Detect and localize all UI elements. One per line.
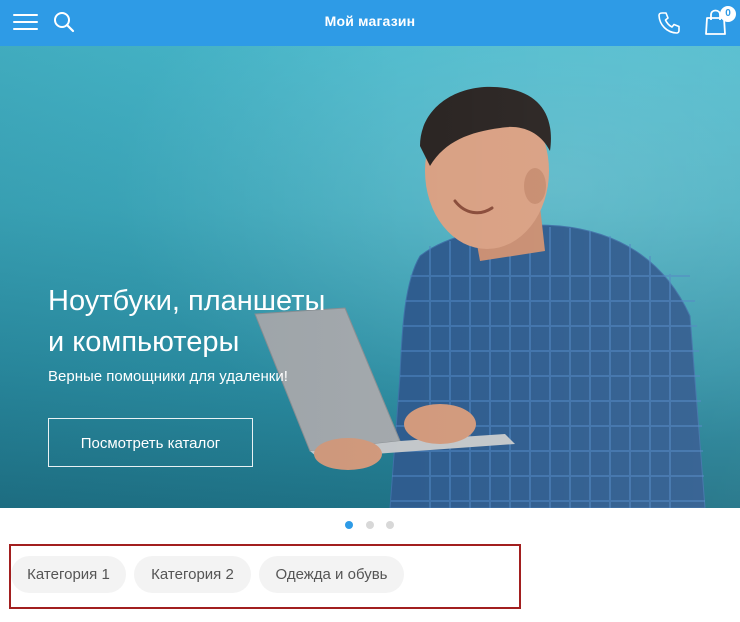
hero-title-line-1: Ноутбуки, планшеты [48, 285, 326, 317]
hero-banner[interactable]: Ноутбуки, планшеты и компьютеры Верные п… [0, 46, 740, 508]
top-bar: Мой магазин 0 [0, 0, 740, 46]
category-chip-3[interactable]: Одежда и обувь [259, 556, 404, 593]
carousel-dot-3[interactable] [386, 521, 394, 529]
carousel-dot-2[interactable] [366, 521, 374, 529]
store-title[interactable]: Мой магазин [0, 13, 740, 29]
phone-icon[interactable] [656, 10, 682, 36]
carousel-dot-1[interactable] [345, 521, 353, 529]
category-chip-1[interactable]: Категория 1 [11, 556, 126, 593]
hero-title: Ноутбуки, планшеты и компьютеры [48, 281, 408, 363]
hero-subtitle: Верные помощники для удаленки! [48, 368, 288, 385]
cart-count-badge: 0 [720, 6, 736, 22]
view-catalog-button[interactable]: Посмотреть каталог [48, 418, 253, 467]
hero-title-line-2: и компьютеры [48, 326, 240, 358]
category-chip-2[interactable]: Категория 2 [134, 556, 251, 593]
